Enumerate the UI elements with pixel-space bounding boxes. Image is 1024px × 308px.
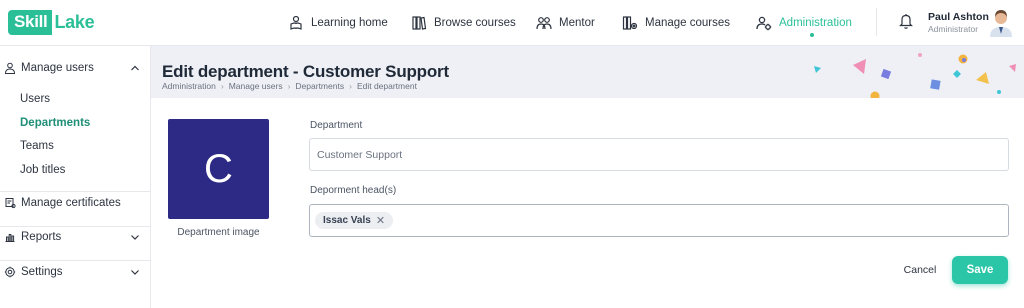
department-head-tag: Issac Vals ✕ (315, 212, 394, 229)
sidebar-group-label: Manage users (21, 62, 94, 74)
reports-icon (5, 234, 15, 242)
department-name-value: Customer Support (317, 148, 403, 161)
learning-home-icon (290, 15, 302, 30)
chevron-down-icon[interactable] (130, 267, 140, 277)
skilllake-logo[interactable]: Skill Lake (8, 9, 95, 35)
chevron-down-icon[interactable] (130, 232, 140, 242)
logo-part-skill: Skill (8, 9, 53, 35)
user-info[interactable]: Paul Ashton Administrator (928, 11, 989, 34)
mentor-icon (536, 17, 552, 30)
manage-courses-icon (622, 16, 638, 30)
sidebar-item-departments[interactable]: Departments (20, 117, 90, 129)
nav-manage-courses[interactable]: Manage courses (622, 0, 730, 46)
sidebar-group-label: Reports (21, 231, 62, 243)
cancel-button[interactable]: Cancel (894, 258, 946, 282)
breadcrumb-item-manage-users[interactable]: Manage users (229, 81, 283, 91)
breadcrumb-separator: › (220, 81, 224, 91)
breadcrumb: Administration › Manage users › Departme… (162, 81, 417, 91)
sidebar-item-users[interactable]: Users (20, 93, 50, 105)
active-indicator (809, 33, 814, 37)
breadcrumb-separator: › (287, 81, 291, 91)
sidebar-group-label: Manage certificates (21, 197, 121, 209)
sidebar-divider (0, 191, 150, 192)
gear-icon (4, 266, 16, 278)
department-field-label: Department (310, 120, 363, 131)
nav-label: Manage courses (645, 17, 731, 29)
user-icon (4, 62, 16, 74)
department-head-field-label: Deporment head(s) (310, 185, 397, 196)
page-header: Edit department - Customer Support Admin… (151, 46, 1024, 98)
nav-label: Browse courses (434, 17, 516, 29)
nav-administration[interactable]: Administration (756, 0, 852, 46)
breadcrumb-item-departments[interactable]: Departments (295, 81, 344, 91)
nav-divider (876, 8, 877, 36)
department-head-input[interactable]: Issac Vals ✕ (309, 204, 1009, 237)
department-image-letter: C (204, 146, 233, 191)
nav-label: Administration (779, 17, 852, 29)
nav-mentor[interactable]: Mentor (536, 0, 595, 46)
nav-label: Mentor (559, 17, 595, 29)
logo-part-lake: Lake (54, 11, 95, 32)
breadcrumb-item-edit-department: Edit department (356, 81, 417, 91)
tag-label: Issac Vals (323, 215, 371, 226)
top-navigation: Skill Lake Learning home Browse courses … (0, 0, 1024, 46)
chevron-up-icon[interactable] (130, 63, 140, 73)
save-button[interactable]: Save (952, 256, 1008, 284)
breadcrumb-separator: › (349, 81, 352, 91)
certificate-icon (5, 198, 16, 209)
sidebar-divider (0, 226, 150, 227)
avatar[interactable] (988, 7, 1014, 37)
user-role: Administrator (928, 24, 979, 34)
department-image[interactable]: C (168, 119, 269, 219)
sidebar-divider (0, 260, 150, 261)
page-title: Edit department - Customer Support (162, 62, 449, 81)
sidebar-group-label: Settings (21, 266, 63, 278)
sidebar-item-job-titles[interactable]: Job titles (20, 164, 65, 176)
remove-tag-icon[interactable]: ✕ (376, 215, 385, 226)
browse-courses-icon (412, 16, 427, 30)
department-image-caption: Department image (177, 227, 260, 238)
decorative-shapes (814, 53, 1016, 98)
department-name-input[interactable]: Customer Support (309, 138, 1009, 171)
administration-icon (756, 16, 772, 31)
nav-label: Learning home (311, 17, 388, 29)
nav-learning-home[interactable]: Learning home (288, 0, 388, 46)
breadcrumb-item-administration[interactable]: Administration (162, 81, 216, 91)
nav-browse-courses[interactable]: Browse courses (411, 0, 516, 46)
sidebar-item-teams[interactable]: Teams (20, 140, 54, 152)
sidebar: Manage users Users Departments Teams Job… (0, 46, 151, 308)
user-name: Paul Ashton (928, 11, 989, 23)
bell-icon[interactable] (898, 12, 914, 30)
